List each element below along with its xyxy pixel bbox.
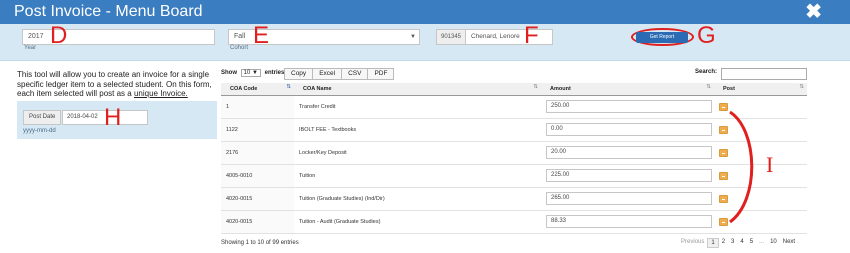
csv-button[interactable]: CSV	[341, 68, 369, 80]
coa-code-cell: 1	[221, 95, 294, 118]
year-label: Year	[24, 45, 37, 51]
chevron-down-icon: ▼	[410, 34, 416, 40]
amount-input[interactable]: 265.00	[546, 192, 712, 205]
post-date-label: Post Date	[23, 110, 62, 125]
annotation-i: I	[766, 152, 774, 177]
table-controls: Show 10 ▼ entries Copy Excel CSV PDF Sea…	[221, 67, 807, 81]
window-title: Post Invoice - Menu Board	[14, 3, 203, 20]
show-label: Show	[221, 70, 237, 76]
page-button[interactable]: 5	[747, 238, 756, 248]
coa-name-cell: IBOLT FEE - Textbooks	[299, 126, 357, 133]
page-button[interactable]: 3	[728, 238, 737, 248]
annotation-g: G	[697, 22, 716, 49]
sort-icon: ⇅	[533, 84, 538, 90]
close-icon[interactable]: ✖	[805, 0, 822, 24]
previous-button[interactable]: Previous	[678, 238, 707, 248]
sort-icon: ⇅	[799, 84, 804, 90]
post-date-hint: yyyy-mm-dd	[23, 128, 56, 134]
coa-name-cell: Tuition (Graduate Studies) (Ind/Dir)	[299, 195, 385, 202]
export-buttons: Copy Excel CSV PDF	[284, 68, 395, 80]
annotation-bracket	[729, 110, 754, 224]
student-id: 901345	[436, 29, 466, 45]
col-post[interactable]: Post ⇅	[714, 83, 807, 96]
excel-button[interactable]: Excel	[312, 68, 343, 80]
annotation-e: E	[253, 22, 270, 49]
page-button[interactable]: 2	[719, 238, 728, 248]
coa-name-cell: Transfer Credit	[299, 103, 336, 110]
col-coa-name[interactable]: COA Name ⇅	[294, 83, 541, 96]
search-input[interactable]	[721, 68, 807, 80]
page-length-select[interactable]: 10 ▼	[240, 69, 261, 77]
page-button[interactable]: 10	[767, 238, 780, 248]
coa-name-cell: Locker/Key Deposit	[299, 149, 347, 156]
coa-code-cell: 4020-0015	[221, 210, 294, 233]
table-info: Showing 1 to 10 of 99 entries	[221, 240, 299, 246]
pagination-ellipsis: ...	[759, 239, 765, 245]
amount-input[interactable]: 88.33	[546, 215, 712, 228]
annotation-h: H	[104, 104, 122, 131]
student-name-input[interactable]: Chenard, Lenore	[465, 29, 553, 45]
annotation-f: F	[524, 22, 539, 49]
info-text: This tool will allow you to create an in…	[17, 70, 217, 99]
amount-input[interactable]: 0.00	[546, 123, 712, 136]
col-post-label: Post	[723, 85, 735, 92]
coa-code-cell: 4005-0010	[221, 164, 294, 187]
coa-code-cell: 2176	[221, 141, 294, 164]
amount-input[interactable]: 20.00	[546, 146, 712, 159]
cohort-label: Cohort	[230, 45, 249, 51]
amount-input[interactable]: 250.00	[546, 100, 712, 113]
copy-button[interactable]: Copy	[284, 68, 314, 80]
search-label: Search:	[695, 69, 718, 75]
page-length-value: 10	[243, 70, 251, 76]
coa-code-cell: 4020-0015	[221, 187, 294, 210]
pagination: Previous 1 2 3 4 5 ... 10 Next	[678, 238, 798, 248]
next-button[interactable]: Next	[780, 238, 798, 248]
sort-icon: ⇅	[706, 84, 711, 90]
col-coa-code-label: COA Code	[230, 85, 258, 92]
title-bar: Post Invoice - Menu Board ✖	[0, 0, 850, 24]
col-amount-label: Amount	[550, 85, 571, 92]
pdf-button[interactable]: PDF	[367, 68, 395, 80]
get-report-button[interactable]: Get Report	[636, 32, 688, 43]
sort-asc-icon: ⇅	[286, 84, 291, 90]
col-coa-name-label: COA Name	[303, 85, 332, 92]
col-amount[interactable]: Amount ⇅	[541, 83, 714, 96]
annotation-d: D	[50, 22, 68, 49]
info-link: unique Invoice.	[133, 89, 188, 98]
table-header-row: COA Code ⇅ COA Name ⇅ Amount ⇅ Post ⇅	[221, 83, 807, 96]
entries-label: entries	[264, 70, 285, 76]
coa-code-cell: 1122	[221, 118, 294, 141]
page-length-control: Show 10 ▼ entries	[221, 69, 284, 77]
cohort-value: Fall	[234, 33, 246, 40]
col-coa-code[interactable]: COA Code ⇅	[221, 83, 294, 96]
amount-input[interactable]: 225.00	[546, 169, 712, 182]
coa-name-cell: Tuition - Audit (Graduate Studies)	[299, 218, 381, 225]
coa-name-cell: Tuition	[299, 172, 316, 179]
page-button[interactable]: 4	[737, 238, 746, 248]
page-button[interactable]: 1	[707, 238, 719, 248]
